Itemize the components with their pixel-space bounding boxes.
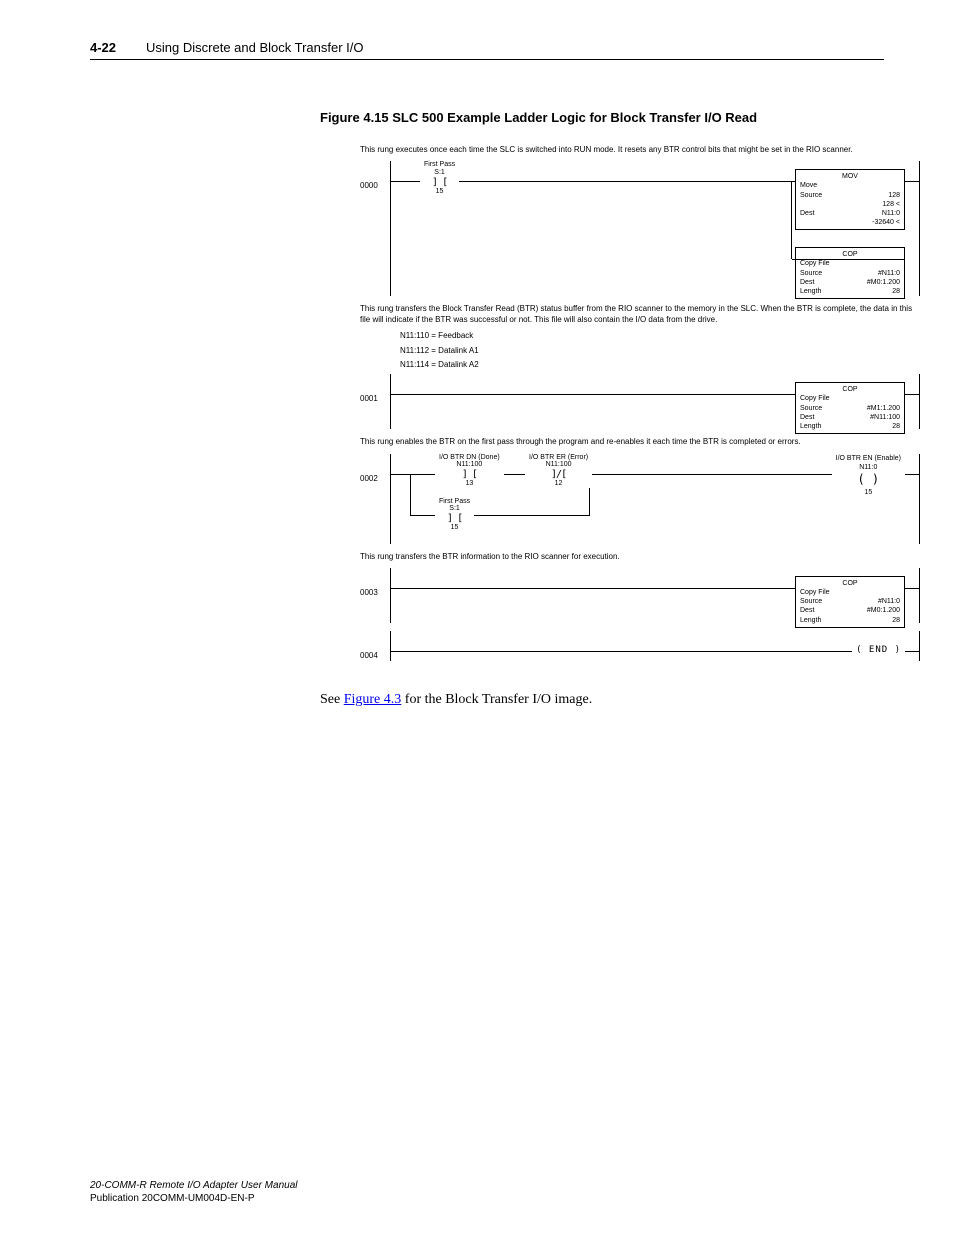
ladder-rung: 0003COPCopy FileSource#N11:0Dest#M0:1.20… — [360, 568, 920, 623]
rung-number: 0001 — [360, 374, 390, 404]
footer-publication: Publication 20COMM-UM004D-EN-P — [90, 1192, 297, 1205]
ladder-rung: 0001COPCopy FileSource#M1:1.200Dest#N11:… — [360, 374, 920, 429]
footer-manual-title: 20-COMM-R Remote I/O Adapter User Manual — [90, 1179, 297, 1192]
figure-caption: Figure 4.15 SLC 500 Example Ladder Logic… — [320, 110, 884, 125]
footer: 20-COMM-R Remote I/O Adapter User Manual… — [90, 1179, 297, 1205]
rung-number: 0000 — [360, 161, 390, 191]
see-prefix: See — [320, 692, 344, 707]
end-instruction: ( END ) — [852, 645, 905, 657]
rung-description: This rung transfers the BTR information … — [360, 552, 920, 562]
rung-note: N11:110 = Feedback — [400, 331, 920, 341]
output-coil: I/O BTR EN (Enable)N11:0( )15 — [832, 454, 905, 497]
chapter-title: Using Discrete and Block Transfer I/O — [146, 40, 363, 55]
rung-number: 0003 — [360, 568, 390, 598]
instruction-box: COPCopy FileSource#M1:1.200Dest#N11:100L… — [795, 382, 905, 433]
rung-number: 0004 — [360, 631, 390, 661]
ladder-contact: I/O BTR DN (Done)N11:100] [13 — [435, 454, 504, 488]
ladder-rung: 0004 ( END ) — [360, 631, 920, 661]
ladder-contact: First PassS:1] [15 — [435, 498, 474, 532]
ladder-contact: First PassS:1] [15 — [420, 161, 459, 195]
see-also-text: See Figure 4.3 for the Block Transfer I/… — [320, 692, 884, 708]
ladder-rung: 0000 First PassS:1] [15 MOVMoveSource12812… — [360, 161, 920, 296]
page-number: 4-22 — [90, 40, 116, 55]
instruction-box: COPCopy FileSource#N11:0Dest#M0:1.200Len… — [795, 247, 905, 298]
rung-description: This rung transfers the Block Transfer R… — [360, 304, 920, 325]
rung-description: This rung enables the BTR on the first p… — [360, 437, 920, 447]
rung-number: 0002 — [360, 454, 390, 484]
ladder-contact: I/O BTR ER (Error)N11:100]/[12 — [525, 454, 592, 488]
ladder-rung: 0002 I/O BTR DN (Done)N11:100] [13 I/O BTR… — [360, 454, 920, 544]
instruction-box: MOVMoveSource128128 <DestN11:0-32640 < — [795, 169, 905, 230]
figure-link[interactable]: Figure 4.3 — [344, 692, 402, 707]
see-suffix: for the Block Transfer I/O image. — [401, 692, 592, 707]
ladder-diagram: This rung executes once each time the SL… — [360, 145, 920, 662]
page-header: 4-22 Using Discrete and Block Transfer I… — [90, 40, 884, 60]
rung-note: N11:114 = Datalink A2 — [400, 360, 920, 370]
rung-note: N11:112 = Datalink A1 — [400, 346, 920, 356]
rung-description: This rung executes once each time the SL… — [360, 145, 920, 155]
instruction-box: COPCopy FileSource#N11:0Dest#M0:1.200Len… — [795, 576, 905, 627]
